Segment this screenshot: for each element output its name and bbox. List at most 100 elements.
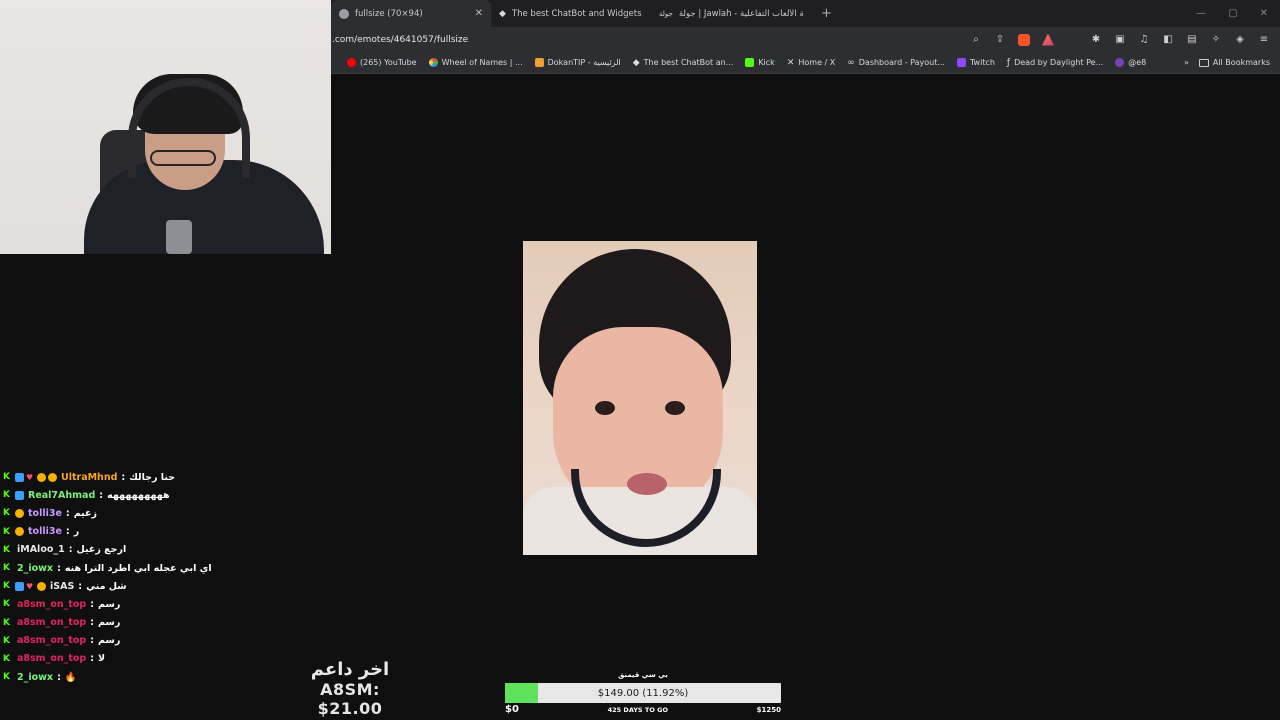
wheel-icon — [428, 58, 438, 67]
chat-username[interactable]: iSAS — [50, 581, 74, 592]
chat-message: K Real7Ahmad: هههههههههه — [3, 486, 333, 504]
tab-fullsize[interactable]: fullsize (70×94) ✕ — [331, 0, 491, 27]
share-icon[interactable]: ⇪ — [994, 34, 1006, 46]
chat-separator: : — [68, 544, 73, 556]
bookmark-chatbot[interactable]: ◆ The best ChatBot an... — [627, 58, 740, 68]
chat-message: Ka8sm_on_top: رسم — [3, 595, 333, 613]
toolbar-icons: ⌕ ⇪ ✱ ▣ ♫ ◧ ▤ ✧ ◈ ≡ — [970, 33, 1280, 46]
menu-icon[interactable]: ≡ — [1258, 34, 1270, 46]
bookmark-dashboard[interactable]: ∞ Dashboard - Payout... — [841, 58, 951, 68]
sidebar-icon[interactable]: ◧ — [1162, 34, 1174, 46]
chat-separator: : — [99, 489, 104, 501]
chat-separator: : — [90, 598, 95, 610]
last-donor-value: A8SM: $21.00 — [317, 680, 383, 718]
dbd-icon: ƒ — [1006, 57, 1011, 68]
heart-badge-icon: ♥ — [26, 472, 34, 482]
bookmark-dbd[interactable]: ƒ Dead by Daylight Pe... — [1001, 58, 1109, 68]
leo-ai-icon[interactable]: ✧ — [1210, 34, 1222, 46]
screen: fullsize (70×94) ✕ ◆ The best ChatBot an… — [0, 0, 1280, 720]
tab-search-icon[interactable]: ▣ — [1114, 34, 1126, 46]
bookmark-label: The best ChatBot an... — [643, 58, 734, 67]
tab-title: The best ChatBot and Widgets for Ki — [511, 8, 642, 19]
moderator-badge-icon — [15, 581, 24, 591]
url-field[interactable]: .com/emotes/4641057/fullsize — [331, 35, 468, 45]
right-eye — [665, 401, 685, 415]
bookmark-label: Home / X — [798, 58, 836, 67]
subscriber-badge-icon — [48, 472, 57, 482]
chat-username[interactable]: a8sm_on_top — [17, 653, 86, 664]
e8-icon — [1115, 58, 1125, 67]
webcam-feed — [0, 0, 331, 254]
bookmark-dokantip[interactable]: DokanTIP - الرئيسية — [529, 58, 627, 67]
last-donor-label: اخر داعم — [310, 659, 390, 680]
chatbot-icon: ◆ — [499, 8, 506, 19]
new-tab-button[interactable]: + — [811, 0, 842, 27]
goal-footer: $0 425 DAYS TO GO $1250 — [505, 704, 781, 715]
chat-username[interactable]: 2_iowx — [17, 672, 53, 683]
chat-username[interactable]: a8sm_on_top — [17, 599, 86, 610]
bookmark-twitch[interactable]: Twitch — [951, 58, 1001, 67]
close-tab-icon[interactable]: ✕ — [475, 8, 483, 19]
goal-days-left: 425 DAYS TO GO — [607, 705, 668, 714]
brave-shields-icon[interactable] — [1018, 33, 1030, 46]
more-bookmarks-icon[interactable]: » — [1174, 58, 1199, 67]
chat-username[interactable]: 2_iowx — [17, 563, 53, 574]
mouth — [627, 473, 667, 495]
bookmark-label: @e8 — [1128, 58, 1147, 67]
bookmark-label: Kick — [758, 58, 775, 67]
all-bookmarks-button[interactable]: All Bookmarks — [1198, 58, 1280, 67]
bookmark-label: Wheel of Names | ... — [441, 58, 523, 67]
minimize-icon[interactable]: — — [1196, 8, 1206, 19]
bookmark-kick[interactable]: Kick — [739, 58, 781, 67]
dokantip-icon — [534, 58, 544, 67]
address-bar-row: .com/emotes/4641057/fullsize ⌕ ⇪ ✱ ▣ ♫ ◧… — [331, 27, 1280, 52]
bookmark-label: Dead by Daylight Pe... — [1014, 58, 1104, 67]
bookmark-youtube[interactable]: (265) YouTube — [341, 58, 423, 67]
subscriber-badge-icon — [15, 508, 24, 518]
bookmark-label: (265) YouTube — [360, 58, 417, 67]
maximize-icon[interactable]: ▢ — [1228, 8, 1237, 19]
chat-text: اي ابي عجله ابي اطرد الترا هنه — [64, 562, 212, 574]
kick-badge-icon: K — [3, 635, 10, 646]
chat-text: هههههههههه — [107, 489, 170, 501]
chat-separator: : — [78, 580, 83, 592]
chat-separator: : — [90, 617, 95, 629]
bookmark-label: DokanTIP - الرئيسية — [547, 58, 621, 67]
chat-username[interactable]: Real7Ahmad — [28, 490, 95, 501]
goal-progress-bar: $149.00 (11.92%) — [505, 683, 781, 703]
globe-icon — [339, 8, 349, 19]
brave-rewards-icon[interactable] — [1042, 33, 1054, 46]
chat-message: Ka8sm_on_top: رسم — [3, 614, 333, 632]
chat-separator: : — [90, 635, 95, 647]
chat-username[interactable]: UltraMhnd — [61, 472, 117, 483]
tab-chatbot[interactable]: ◆ The best ChatBot and Widgets for Ki — [491, 0, 651, 27]
bookmark-label: Dashboard - Payout... — [858, 58, 945, 67]
bookmark-e8[interactable]: @e8 — [1109, 58, 1152, 67]
chat-text: ر — [73, 526, 80, 538]
bookmark-wheel-of-names[interactable]: Wheel of Names | ... — [423, 58, 529, 67]
chat-text: شل مني — [86, 580, 127, 592]
chat-username[interactable]: iMAloo_1 — [17, 544, 65, 555]
chat-username[interactable]: a8sm_on_top — [17, 635, 86, 646]
kick-badge-icon: K — [3, 653, 10, 664]
chat-message: Ka8sm_on_top: رسم — [3, 632, 333, 650]
extensions-icon[interactable]: ✱ — [1090, 34, 1102, 46]
chat-message: Ktolli3e: ر — [3, 523, 333, 541]
chat-text: حنا رجالك — [129, 471, 176, 483]
zoom-icon[interactable]: ⌕ — [970, 34, 982, 46]
twitch-icon — [956, 58, 966, 67]
kick-badge-icon: K — [3, 490, 10, 501]
close-window-icon[interactable]: ✕ — [1260, 8, 1268, 19]
wallet-icon[interactable]: ▤ — [1186, 34, 1198, 46]
chatbot-icon: ◆ — [632, 57, 640, 68]
media-icon[interactable]: ♫ — [1138, 34, 1150, 46]
bookmark-x[interactable]: ✕ Home / X — [781, 58, 841, 68]
chat-username[interactable]: a8sm_on_top — [17, 617, 86, 628]
vpn-icon[interactable]: ◈ — [1234, 34, 1246, 46]
chat-username[interactable]: tolli3e — [28, 526, 62, 537]
chat-text: رسم — [98, 635, 121, 647]
glasses — [150, 150, 216, 166]
chat-username[interactable]: tolli3e — [28, 508, 62, 519]
kick-icon — [745, 58, 755, 67]
tab-jawlah[interactable]: جولة جولة | Jawlah - منصة الألعاب التفاع… — [651, 0, 811, 27]
